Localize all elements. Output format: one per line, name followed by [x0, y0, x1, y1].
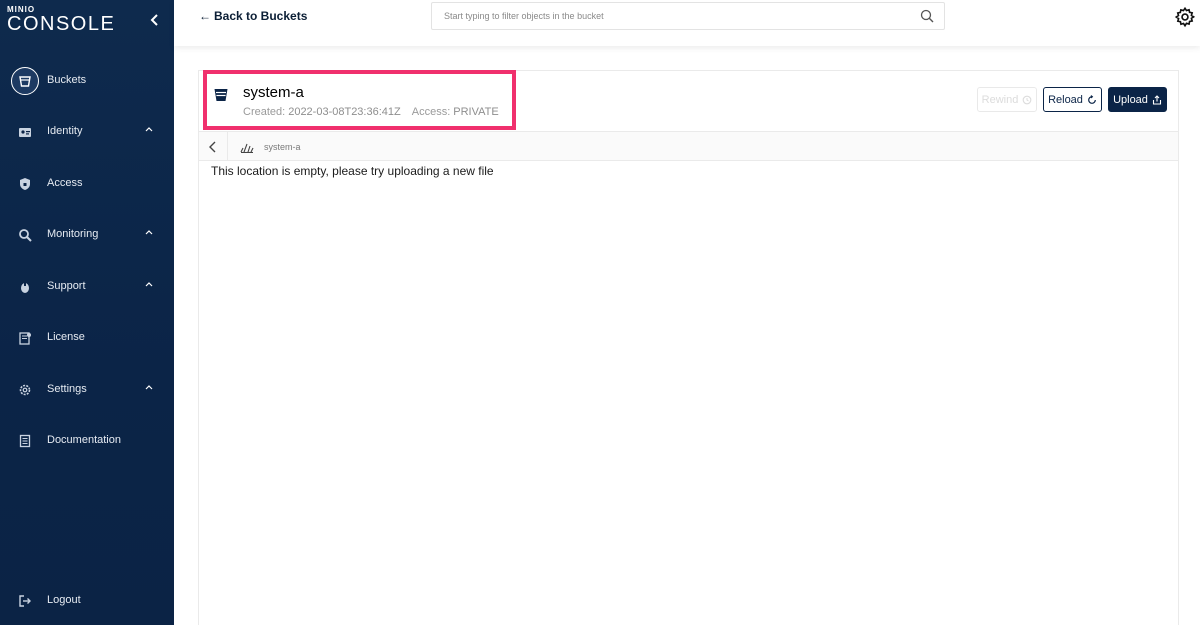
chevron-up-icon — [145, 127, 153, 132]
sidebar-item-identity[interactable]: Identity — [0, 112, 174, 152]
chevron-up-icon — [145, 230, 153, 235]
sidebar-item-license[interactable]: License — [0, 318, 174, 358]
refresh-icon — [1088, 94, 1096, 104]
bucket-name: system-a — [243, 84, 304, 101]
support-icon — [11, 273, 39, 301]
reload-label: Reload — [1048, 93, 1083, 106]
bucket-browser-panel: system-a Created: 2022-03-08T23:36:41Z Acc… — [198, 70, 1179, 625]
sidebar-item-documentation[interactable]: Documentation — [0, 421, 174, 461]
bucket-icon — [214, 89, 228, 101]
chevron-up-icon — [145, 385, 153, 390]
sidebar-item-label: Access — [47, 177, 83, 189]
search-input[interactable] — [432, 3, 912, 29]
logo-console-text: CONSOLE — [7, 13, 116, 35]
breadcrumb-path[interactable]: system-a — [264, 142, 301, 152]
collapse-sidebar-chevron-icon[interactable] — [148, 12, 162, 28]
sidebar-item-access[interactable]: Access — [0, 164, 174, 204]
history-icon — [1022, 95, 1032, 104]
sidebar-item-label: Logout — [47, 594, 81, 606]
sidebar-item-label: Support — [47, 280, 86, 292]
upload-button[interactable]: Upload — [1108, 87, 1167, 112]
sidebar: MINIO CONSOLE Buckets Identity Access Mo… — [0, 0, 174, 625]
document-icon — [11, 427, 39, 455]
access-value: PRIVATE — [453, 106, 499, 118]
bucket-path-icon — [240, 143, 254, 153]
back-to-buckets-link[interactable]: ← Back to Buckets — [199, 9, 307, 23]
sidebar-item-label: Settings — [47, 383, 87, 395]
breadcrumb-back-button[interactable] — [199, 132, 228, 161]
sidebar-item-label: Monitoring — [47, 228, 99, 240]
rewind-button[interactable]: Rewind — [977, 87, 1037, 112]
sidebar-item-label: License — [47, 331, 85, 343]
arrow-left-icon: ← — [199, 9, 211, 23]
magnifier-icon — [11, 221, 39, 249]
sidebar-item-settings[interactable]: Settings — [0, 370, 174, 410]
upload-label: Upload — [1113, 93, 1148, 106]
sidebar-item-label: Buckets — [47, 74, 87, 86]
created-value: 2022-03-08T23:36:41Z — [288, 106, 401, 118]
bucket-info-highlight: system-a Created: 2022-03-08T23:36:41Z Acc… — [203, 70, 516, 130]
reload-button[interactable]: Reload — [1043, 87, 1102, 112]
rewind-label: Rewind — [981, 93, 1019, 106]
created-label: Created: — [243, 106, 286, 118]
chevron-left-icon — [209, 141, 216, 152]
identity-card-icon — [11, 118, 39, 146]
top-bar: ← Back to Buckets — [174, 0, 1200, 46]
logout-icon — [11, 587, 39, 615]
back-to-buckets-label: Back to Buckets — [214, 9, 308, 23]
bucket-icon — [11, 67, 39, 95]
sidebar-item-logout[interactable]: Logout — [0, 581, 174, 621]
access-label: Access: — [411, 106, 451, 118]
empty-location-message: This location is empty, please try uploa… — [211, 164, 494, 178]
gear-icon — [11, 376, 39, 404]
chevron-up-icon — [145, 282, 153, 287]
license-icon — [11, 324, 39, 352]
minio-console-logo: MINIO CONSOLE — [7, 6, 116, 35]
upload-icon — [1152, 94, 1161, 105]
breadcrumb: system-a — [199, 131, 1178, 161]
sidebar-item-buckets[interactable]: Buckets — [0, 61, 174, 101]
settings-gear-icon[interactable] — [1174, 6, 1196, 28]
shield-icon — [11, 170, 39, 198]
bucket-meta: Created: 2022-03-08T23:36:41Z Access: PRIVA… — [243, 106, 499, 118]
sidebar-item-label: Identity — [47, 125, 83, 137]
search-icon[interactable] — [920, 9, 934, 23]
object-filter-search — [431, 2, 945, 30]
sidebar-item-support[interactable]: Support — [0, 267, 174, 307]
sidebar-item-monitoring[interactable]: Monitoring — [0, 215, 174, 255]
sidebar-item-label: Documentation — [47, 434, 121, 446]
